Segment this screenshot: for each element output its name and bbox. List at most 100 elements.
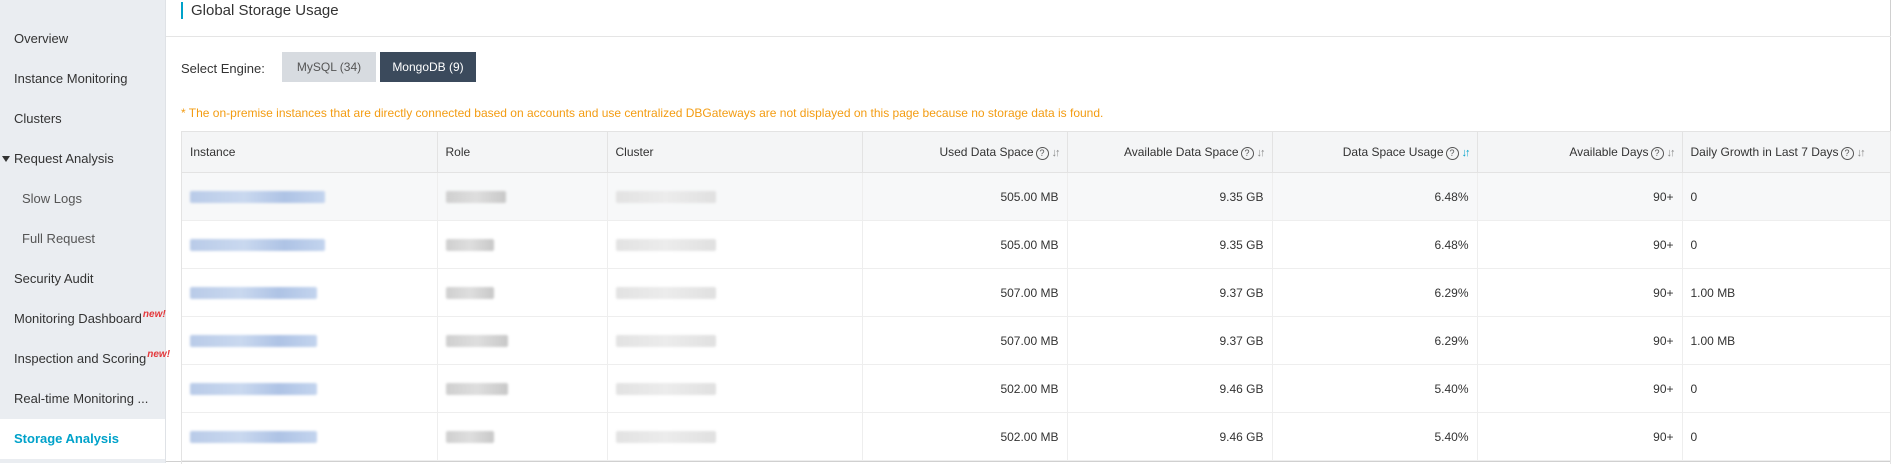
help-icon[interactable]: ?	[1240, 146, 1254, 160]
sidebar-item-label: Overview	[14, 31, 69, 46]
sidebar-item-label: Slow Logs	[22, 191, 82, 206]
engine-mysql-button[interactable]: MySQL (34)	[282, 52, 376, 82]
caret-down-icon	[2, 156, 10, 162]
table-row: 502.00 MB 9.46 GB 5.40% 90+ 0	[182, 412, 1890, 461]
sort-icon[interactable]: ↓↑	[1857, 147, 1866, 159]
cell-available-data-space: 9.46 GB	[1067, 412, 1273, 461]
cell-data-space-usage: 5.40%	[1272, 364, 1478, 413]
sidebar-item-full-request[interactable]: Full Request	[0, 219, 165, 259]
redacted-role	[445, 239, 494, 252]
cell-instance[interactable]	[182, 172, 438, 221]
cell-available-days: 90+	[1477, 172, 1683, 221]
redacted-role	[445, 191, 506, 204]
redacted-instance-link[interactable]	[190, 239, 325, 252]
redacted-cluster	[615, 383, 716, 396]
sidebar-item-request-analysis[interactable]: Request Analysis	[0, 139, 165, 179]
main-content: Global Storage Usage Select Engine: MySQ…	[166, 0, 1891, 464]
sidebar-item-storage-analysis[interactable]: Storage Analysis	[0, 419, 165, 459]
cell-available-days: 90+	[1477, 316, 1683, 365]
redacted-cluster	[615, 287, 716, 300]
table-row: 507.00 MB 9.37 GB 6.29% 90+ 1.00 MB	[182, 316, 1890, 365]
redacted-cluster	[615, 431, 716, 444]
cell-available-days: 90+	[1477, 364, 1683, 413]
cell-cluster	[607, 364, 863, 413]
sidebar-item-label: Full Request	[22, 231, 95, 246]
table-row: 507.00 MB 9.37 GB 6.29% 90+ 1.00 MB	[182, 268, 1890, 317]
redacted-instance-link[interactable]	[190, 335, 317, 348]
cell-data-space-usage: 6.29%	[1272, 316, 1478, 365]
cell-role	[437, 412, 608, 461]
sidebar-item-monitoring-dashboard[interactable]: Monitoring Dashboardnew!	[0, 299, 166, 339]
sidebar-item-instance-monitoring[interactable]: Instance Monitoring	[0, 59, 165, 99]
sidebar-item-label: Storage Analysis	[14, 431, 120, 446]
sidebar-item-label: Clusters	[14, 111, 62, 126]
cell-daily-growth: 1.00 MB	[1682, 316, 1890, 365]
notice-text: * The on-premise instances that are dire…	[181, 106, 1104, 120]
cell-daily-growth: 1.00 MB	[1682, 268, 1890, 317]
cell-cluster	[607, 220, 863, 269]
cell-instance[interactable]	[182, 316, 438, 365]
cell-available-days: 90+	[1477, 412, 1683, 461]
cell-cluster	[607, 268, 863, 317]
sort-icon[interactable]: ↓↑	[1052, 147, 1061, 159]
redacted-role	[445, 383, 508, 396]
sidebar-item-security-audit[interactable]: Security Audit	[0, 259, 165, 299]
cell-data-space-usage: 6.29%	[1272, 268, 1478, 317]
cell-instance[interactable]	[182, 412, 438, 461]
cell-instance[interactable]	[182, 220, 438, 269]
help-icon[interactable]: ?	[1445, 146, 1459, 160]
cell-daily-growth: 0	[1682, 412, 1890, 461]
column-header-role: Role	[437, 132, 608, 173]
table-header-row: Instance Role Cluster Used Data Space? ↓↑…	[182, 132, 1890, 173]
redacted-instance-link[interactable]	[190, 383, 317, 396]
storage-table: Instance Role Cluster Used Data Space? ↓↑…	[181, 131, 1891, 464]
sidebar-item-clusters[interactable]: Clusters	[0, 99, 165, 139]
redacted-cluster	[615, 335, 716, 348]
cell-available-days: 90+	[1477, 268, 1683, 317]
column-header-cluster: Cluster	[607, 132, 863, 173]
column-header-used-data-space: Used Data Space? ↓↑	[862, 132, 1068, 173]
cell-used-data-space: 505.00 MB	[862, 172, 1068, 221]
help-icon[interactable]: ?	[1840, 146, 1854, 160]
cell-used-data-space: 507.00 MB	[862, 316, 1068, 365]
sidebar-item-overview[interactable]: Overview	[0, 19, 165, 59]
help-icon[interactable]: ?	[1650, 146, 1664, 160]
cell-role	[437, 220, 608, 269]
engine-label: Select Engine:	[181, 61, 265, 76]
title-bar: Global Storage Usage	[166, 0, 1891, 37]
sidebar-item-label: Inspection and Scoring	[14, 351, 147, 366]
cell-instance[interactable]	[182, 364, 438, 413]
redacted-instance-link[interactable]	[190, 431, 317, 444]
cell-available-data-space: 9.37 GB	[1067, 316, 1273, 365]
help-icon[interactable]: ?	[1035, 146, 1049, 160]
cell-available-data-space: 9.35 GB	[1067, 220, 1273, 269]
sort-icon[interactable]: ↓↑	[1667, 147, 1676, 159]
cell-cluster	[607, 316, 863, 365]
redacted-instance-link[interactable]	[190, 191, 325, 204]
new-badge: new!	[142, 309, 166, 320]
cell-cluster	[607, 172, 863, 221]
sidebar-item-inspection-scoring[interactable]: Inspection and Scoringnew!	[0, 339, 170, 379]
redacted-cluster	[615, 191, 716, 204]
redacted-instance-link[interactable]	[190, 287, 317, 300]
column-header-available-data-space: Available Data Space? ↓↑	[1067, 132, 1273, 173]
cell-used-data-space: 502.00 MB	[862, 412, 1068, 461]
sidebar-item-label: Monitoring Dashboard	[14, 311, 142, 326]
title-accent-bar	[181, 2, 183, 19]
sidebar-item-realtime-monitoring[interactable]: Real-time Monitoring ...	[0, 379, 165, 419]
column-header-instance: Instance	[182, 132, 438, 173]
sidebar: Overview Instance Monitoring Clusters Re…	[0, 0, 170, 463]
redacted-role	[445, 287, 494, 300]
cell-daily-growth: 0	[1682, 364, 1890, 413]
engine-mongodb-button[interactable]: MongoDB (9)	[380, 52, 476, 82]
sidebar-item-slow-logs[interactable]: Slow Logs	[0, 179, 165, 219]
table-row: 505.00 MB 9.35 GB 6.48% 90+ 0	[182, 220, 1890, 269]
table-row: 502.00 MB 9.46 GB 5.40% 90+ 0	[182, 364, 1890, 413]
cell-data-space-usage: 5.40%	[1272, 412, 1478, 461]
cell-daily-growth: 0	[1682, 172, 1890, 221]
sort-icon-active[interactable]: ↓↑	[1462, 147, 1471, 159]
sort-icon[interactable]: ↓↑	[1257, 147, 1266, 159]
cell-instance[interactable]	[182, 268, 438, 317]
page-title: Global Storage Usage	[191, 2, 339, 19]
sidebar-item-label: Real-time Monitoring ...	[14, 391, 149, 406]
